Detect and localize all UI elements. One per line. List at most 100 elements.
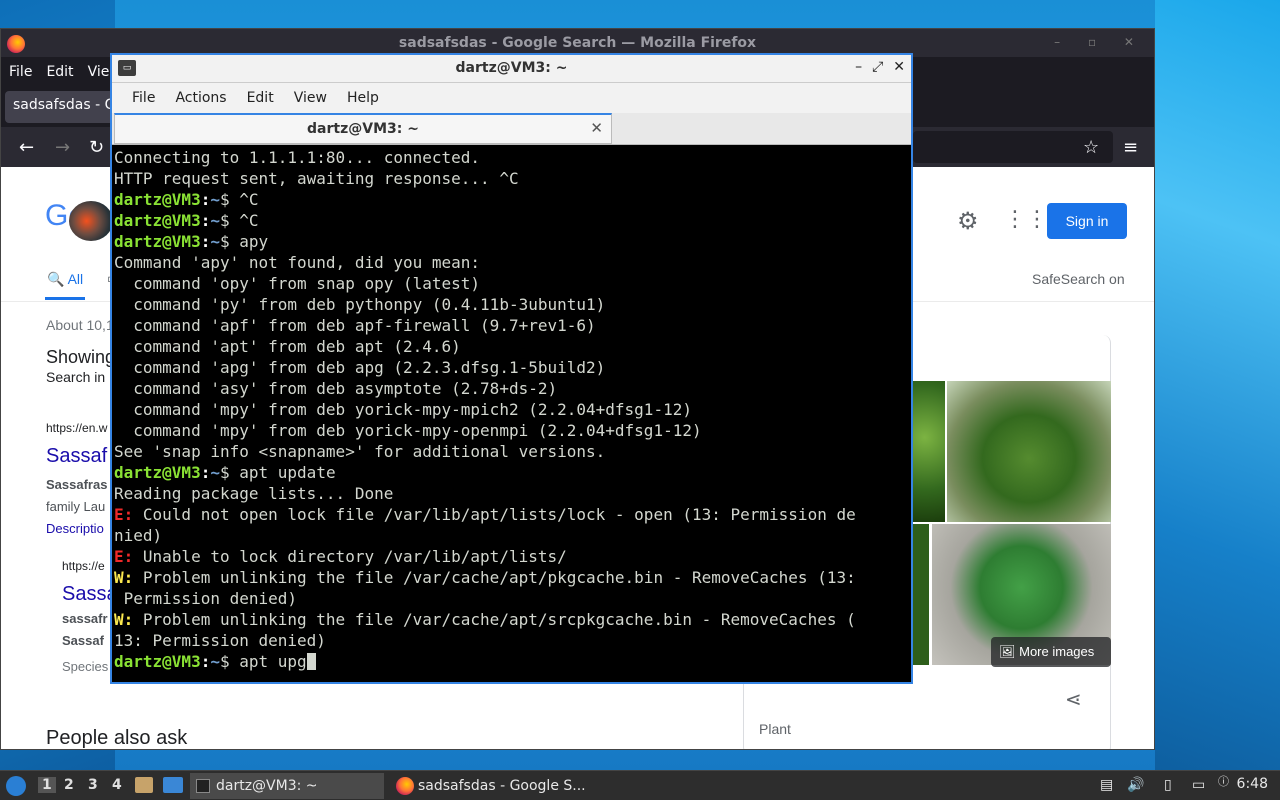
terminal-menu-help[interactable]: Help	[337, 90, 389, 106]
error-tag: E:	[114, 505, 134, 524]
output-text: Permission denied)	[114, 589, 298, 608]
minimize-icon[interactable]: –	[855, 59, 862, 75]
terminal-line: Permission denied)	[114, 588, 911, 609]
output-text: Command 'apy' not found, did you mean:	[114, 253, 481, 272]
terminal-line: W: Problem unlinking the file /var/cache…	[114, 609, 911, 630]
taskbar-task-terminal[interactable]: dartz@VM3: ~	[190, 773, 384, 799]
output-text: nied)	[114, 526, 163, 545]
output-text: Problem unlinking the file /var/cache/ap…	[133, 568, 856, 587]
knowledge-image[interactable]	[911, 381, 945, 522]
result-url: https://en.w	[46, 421, 108, 435]
terminal-line: See 'snap info <snapname>' for additiona…	[114, 441, 911, 462]
terminal-tab-label: dartz@VM3: ~	[307, 121, 419, 137]
prompt-path: ~	[210, 211, 220, 230]
terminal-line: Connecting to 1.1.1.1:80... connected.	[114, 147, 911, 168]
back-arrow-icon[interactable]: ←	[19, 137, 34, 158]
knowledge-subtitle: Plant	[759, 721, 791, 737]
terminal-line: command 'apg' from deb apg (2.2.3.dfsg.1…	[114, 357, 911, 378]
prompt-user: dartz@VM3	[114, 232, 201, 251]
terminal-menu-view[interactable]: View	[284, 90, 337, 106]
workspace-4[interactable]: 4	[112, 777, 122, 793]
result-title-link[interactable]: Sassaf	[46, 445, 107, 468]
more-images-button[interactable]: 🖼 More images	[991, 637, 1111, 667]
close-icon[interactable]: ✕	[893, 59, 905, 75]
result-snippet: Sassafras	[46, 477, 108, 492]
notification-icon[interactable]: ⓘ	[1218, 773, 1229, 789]
terminal-line: command 'apt' from deb apt (2.4.6)	[114, 336, 911, 357]
terminal-line: HTTP request sent, awaiting response... …	[114, 168, 911, 189]
terminal-window-controls: – ⤢ ✕	[855, 59, 905, 75]
terminal-output[interactable]: Connecting to 1.1.1.1:80... connected. HT…	[114, 147, 911, 682]
workspace-1[interactable]: 1	[38, 777, 56, 793]
terminal-line: E: Unable to lock directory /var/lib/apt…	[114, 546, 911, 567]
show-desktop-icon[interactable]	[163, 777, 183, 793]
result-sitelink[interactable]: Descriptio	[46, 521, 104, 536]
hamburger-menu-icon[interactable]: ≡	[1123, 137, 1138, 158]
start-menu-icon[interactable]	[6, 776, 26, 796]
knowledge-image[interactable]	[947, 381, 1111, 522]
terminal-line: nied)	[114, 525, 911, 546]
result-snippet: Sassaf	[62, 633, 104, 648]
firefox-tab-google[interactable]: sadsafsdas - G	[5, 91, 117, 123]
google-doodle-image[interactable]	[69, 201, 113, 241]
terminal-line: command 'apf' from deb apf-firewall (9.7…	[114, 315, 911, 336]
file-manager-icon[interactable]	[135, 777, 153, 793]
text-cursor	[306, 653, 316, 670]
output-text: HTTP request sent, awaiting response... …	[114, 169, 519, 188]
command-text: $ ^C	[219, 211, 259, 230]
sign-in-button[interactable]: Sign in	[1047, 203, 1127, 239]
volume-icon[interactable]: 🔊	[1127, 777, 1144, 793]
output-text: command 'mpy' from deb yorick-mpy-mpich2…	[114, 400, 692, 419]
taskbar-task-firefox[interactable]: sadsafsdas - Google S...	[392, 773, 592, 799]
terminal-tab[interactable]: dartz@VM3: ~ ✕	[114, 113, 612, 144]
terminal-menu-actions[interactable]: Actions	[165, 90, 236, 106]
workspace-2[interactable]: 2	[64, 777, 74, 793]
terminal-line: dartz@VM3:~$ apt update	[114, 462, 911, 483]
share-icon[interactable]: ⋖	[1065, 687, 1082, 711]
warning-tag: W:	[114, 610, 134, 629]
prompt-user: dartz@VM3	[114, 190, 201, 209]
safesearch-toggle[interactable]: SafeSearch on	[1032, 271, 1125, 287]
notes-icon[interactable]: ▯	[1164, 777, 1172, 793]
terminal-menu-edit[interactable]: Edit	[237, 90, 284, 106]
command-text: $ apt upg	[219, 652, 307, 671]
output-text: Problem unlinking the file /var/cache/ap…	[133, 610, 856, 629]
reload-icon[interactable]: ↻	[89, 137, 104, 158]
command-text: $ ^C	[219, 190, 259, 209]
prompt-colon: :	[200, 190, 211, 209]
tab-close-icon[interactable]: ✕	[590, 119, 603, 137]
terminal-line: command 'mpy' from deb yorick-mpy-mpich2…	[114, 399, 911, 420]
forward-arrow-icon[interactable]: →	[55, 137, 70, 158]
network-icon[interactable]: ▭	[1192, 777, 1205, 793]
apps-grid-icon[interactable]: ⋮⋮	[1004, 207, 1048, 232]
terminal-line: Command 'apy' not found, did you mean:	[114, 252, 911, 273]
knowledge-image[interactable]	[911, 524, 929, 665]
prompt-path: ~	[210, 652, 220, 671]
more-images-label: More images	[1019, 644, 1095, 659]
workspace-3[interactable]: 3	[88, 777, 98, 793]
terminal-titlebar[interactable]: ▭ dartz@VM3: ~ – ⤢ ✕	[112, 55, 911, 83]
tab-all[interactable]: 🔍 All	[47, 271, 83, 288]
tab-all-label: All	[67, 271, 84, 287]
firefox-window-controls[interactable]: – ▫ ✕	[1054, 35, 1146, 49]
clipboard-icon[interactable]: ▤	[1100, 777, 1113, 793]
terminal-menu-file[interactable]: File	[122, 90, 165, 106]
terminal-line: command 'mpy' from deb yorick-mpy-openmp…	[114, 420, 911, 441]
desktop-wallpaper-right	[1155, 0, 1280, 770]
settings-gear-icon[interactable]: ⚙	[957, 207, 979, 235]
terminal-line: command 'py' from deb pythonpy (0.4.11b-…	[114, 294, 911, 315]
firefox-menu-edit[interactable]: Edit	[46, 64, 73, 80]
clock[interactable]: 6:48	[1237, 776, 1268, 792]
terminal-line: 13: Permission denied)	[114, 630, 911, 651]
terminal-line: dartz@VM3:~$ ^C	[114, 210, 911, 231]
firefox-menu-file[interactable]: File	[9, 64, 32, 80]
output-text: Unable to lock directory /var/lib/apt/li…	[133, 547, 567, 566]
terminal-task-icon	[196, 779, 210, 793]
maximize-icon[interactable]: ⤢	[872, 59, 883, 75]
prompt-path: ~	[210, 190, 220, 209]
output-text: 13: Permission denied)	[114, 631, 326, 650]
terminal-window: ▭ dartz@VM3: ~ – ⤢ ✕ File Actions Edit V…	[110, 53, 913, 684]
prompt-user: dartz@VM3	[114, 211, 201, 230]
bookmark-star-icon[interactable]: ☆	[1083, 137, 1099, 158]
output-text: command 'asy' from deb asymptote (2.78+d…	[114, 379, 558, 398]
